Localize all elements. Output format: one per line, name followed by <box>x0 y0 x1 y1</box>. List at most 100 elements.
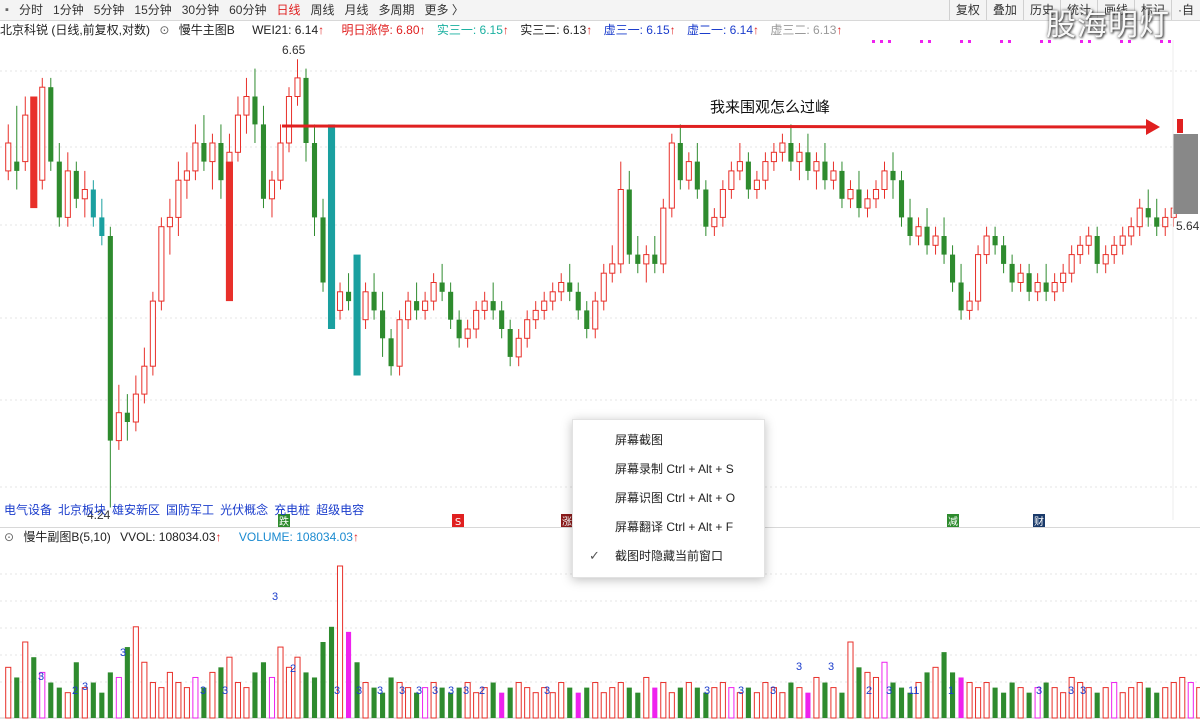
volume-bar <box>711 687 718 719</box>
candle-body <box>890 170 896 181</box>
period-tab-5[interactable]: 60分钟 <box>224 0 271 20</box>
candle-body <box>1043 282 1049 292</box>
candle-body <box>115 412 122 442</box>
candle-body <box>1026 273 1032 292</box>
candle-body <box>584 310 590 329</box>
period-tab-9[interactable]: 多周期 <box>374 0 420 20</box>
candle-body <box>430 282 437 302</box>
menu-item-1[interactable]: 屏幕录制 Ctrl + Alt + S <box>573 455 764 483</box>
candle-body <box>898 180 905 218</box>
menu-item-label: 截图时隐藏当前窗口 <box>615 549 724 563</box>
period-tab-8[interactable]: 月线 <box>340 0 374 20</box>
kline-chart[interactable]: 跌 S 涨减财32 333 3323 3 3 3 3 3 3 3 2 3 3 3 33 32 3 11 1 3 3 3 <box>0 0 1200 722</box>
limit-dot <box>1008 40 1011 43</box>
concept-tag-0[interactable]: 电气设备 <box>4 501 52 518</box>
indicator-dropdown-icon[interactable]: ⊙ <box>159 23 169 37</box>
volume-bar <box>311 677 318 718</box>
period-tab-3[interactable]: 15分钟 <box>129 0 176 20</box>
chart-annotation-text: 我来围观怎么过峰 <box>710 99 831 116</box>
volume-number-26: 1 <box>948 685 954 697</box>
candle-body <box>1154 217 1160 227</box>
sub-indicator-name[interactable]: 慢牛副图B(5,10) <box>23 530 110 544</box>
volume-bar <box>90 682 96 718</box>
concept-tag-3[interactable]: 国防军工 <box>166 501 214 518</box>
volume-bar <box>1094 692 1100 718</box>
candle-body <box>1009 263 1015 283</box>
period-tab-10[interactable]: 更多 〉 <box>420 0 469 20</box>
window-menu-icon[interactable]: ▪ <box>0 0 14 20</box>
up-arrow-icon: ↑ <box>502 23 509 37</box>
volume-bar <box>405 687 412 719</box>
candle-body <box>303 77 309 143</box>
limit-dot <box>1000 40 1003 43</box>
volume-bar <box>31 657 37 718</box>
indicator-name[interactable]: 慢牛主图B <box>179 23 235 37</box>
toolbar-button-1[interactable]: 叠加 <box>985 0 1023 20</box>
candle-body <box>864 198 871 209</box>
volume-number-25: 11 <box>908 685 919 697</box>
candle-body <box>175 179 182 218</box>
concept-tag-1[interactable]: 北京板块 <box>58 501 106 518</box>
candle-body <box>380 310 386 339</box>
annotation-arrow-head <box>1146 119 1160 135</box>
candle-body <box>762 161 769 181</box>
menu-item-0[interactable]: 屏幕截图 <box>573 426 764 454</box>
volume-bar <box>1187 682 1194 719</box>
volume-bar <box>575 692 581 718</box>
volume-bar <box>320 642 326 718</box>
volume-number-7: 2 <box>290 663 296 675</box>
toolbar-button-6[interactable]: ·自 <box>1171 0 1200 20</box>
volume-bar <box>107 672 113 718</box>
period-tab-6[interactable]: 日线 <box>271 0 305 20</box>
volume-bar <box>303 672 309 718</box>
candle-body <box>414 301 420 311</box>
stock-title[interactable]: 北京科锐 (日线,前复权,对数) <box>0 23 150 37</box>
concept-tag-5[interactable]: 充电桩 <box>274 501 310 518</box>
volume-bar <box>1060 692 1067 719</box>
volume-bar <box>1119 692 1126 719</box>
concept-tag-4[interactable]: 光伏概念 <box>220 501 268 518</box>
volume-bar <box>626 687 632 718</box>
menu-item-3[interactable]: 屏幕翻译 Ctrl + Alt + F <box>573 513 764 541</box>
volume-bar <box>975 687 982 719</box>
candle-body <box>1136 207 1143 228</box>
period-tab-0[interactable]: 分时 <box>14 0 48 20</box>
volume-bar <box>1068 676 1075 719</box>
volume-bar <box>958 677 964 718</box>
candle-body <box>1077 244 1084 256</box>
candle-body <box>285 96 293 144</box>
candle-body <box>405 300 412 321</box>
up-arrow-icon: ↑ <box>419 23 426 37</box>
candle-body <box>132 393 139 423</box>
concept-tag-6[interactable]: 超级电容 <box>316 501 364 518</box>
period-tab-7[interactable]: 周线 <box>305 0 339 20</box>
candle-body <box>983 235 990 256</box>
volume-bar <box>617 682 624 719</box>
sub-indicator-icon[interactable]: ⊙ <box>4 530 14 544</box>
candle-body <box>1060 272 1067 284</box>
candle-body <box>294 77 301 98</box>
menu-item-4[interactable]: ✓ 截图时隐藏当前窗口 <box>573 542 764 570</box>
menu-item-2[interactable]: 屏幕识图 Ctrl + Alt + O <box>573 484 764 512</box>
xu-san-er-value: 虚三二: 6.13 <box>770 23 837 37</box>
concept-tag-2[interactable]: 雄安新区 <box>112 501 160 518</box>
volume-bar <box>966 682 973 719</box>
period-tab-4[interactable]: 30分钟 <box>177 0 224 20</box>
candle-body <box>626 189 632 255</box>
period-tab-1[interactable]: 1分钟 <box>48 0 89 20</box>
limit-dot <box>928 40 931 43</box>
volume-bar <box>277 646 284 719</box>
candle-body <box>1128 226 1135 237</box>
candle-body <box>1162 216 1169 228</box>
volume-number-22: 3 <box>828 661 834 673</box>
menu-item-label: 屏幕截图 <box>615 433 664 447</box>
candle-body <box>685 161 692 181</box>
candle-body <box>336 291 344 311</box>
limit-dot <box>920 40 923 43</box>
volume-bar <box>252 672 258 718</box>
candle-body <box>950 254 956 283</box>
toolbar-button-0[interactable]: 复权 <box>948 0 986 20</box>
candle-body <box>311 143 318 218</box>
period-tab-2[interactable]: 5分钟 <box>89 0 130 20</box>
volume-bar <box>115 676 122 719</box>
